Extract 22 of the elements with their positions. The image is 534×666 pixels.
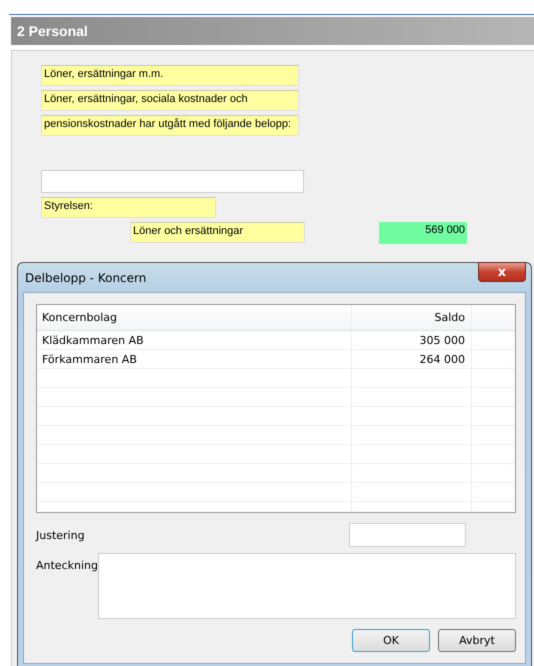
text-field[interactable]: Löner, ersättningar, sociala kostnader och: [41, 90, 299, 111]
text-field[interactable]: pensionskostnader har utgått med följande belopp:: [41, 115, 299, 136]
close-button[interactable]: x: [478, 262, 526, 282]
input-field[interactable]: [349, 523, 466, 547]
field-label: Anteckning: [36, 559, 98, 572]
input-field[interactable]: [41, 170, 304, 193]
text-field[interactable]: Styrelsen:: [41, 197, 216, 218]
table-cell: Klädkammaren AB: [37, 331, 352, 349]
note-field[interactable]: [98, 553, 516, 619]
section-title: 2 Personal: [17, 23, 88, 39]
column-header[interactable]: Saldo: [352, 305, 472, 330]
dialog-button[interactable]: OK: [352, 629, 430, 652]
table-cell: Förkammaren AB: [37, 350, 352, 368]
dialog-title: Delbelopp - Koncern: [24, 270, 146, 284]
text-field[interactable]: Löner, ersättningar m.m.: [41, 65, 299, 86]
table-cell: 305 000: [352, 331, 472, 349]
column-header[interactable]: Koncernbolag: [37, 305, 352, 330]
field-label: Justering: [36, 528, 85, 542]
amount-field[interactable]: 569 000: [379, 222, 467, 244]
text-field[interactable]: Löner och ersättningar: [130, 222, 305, 243]
dialog-button[interactable]: Avbryt: [438, 629, 516, 652]
table-cell: 264 000: [352, 350, 472, 368]
